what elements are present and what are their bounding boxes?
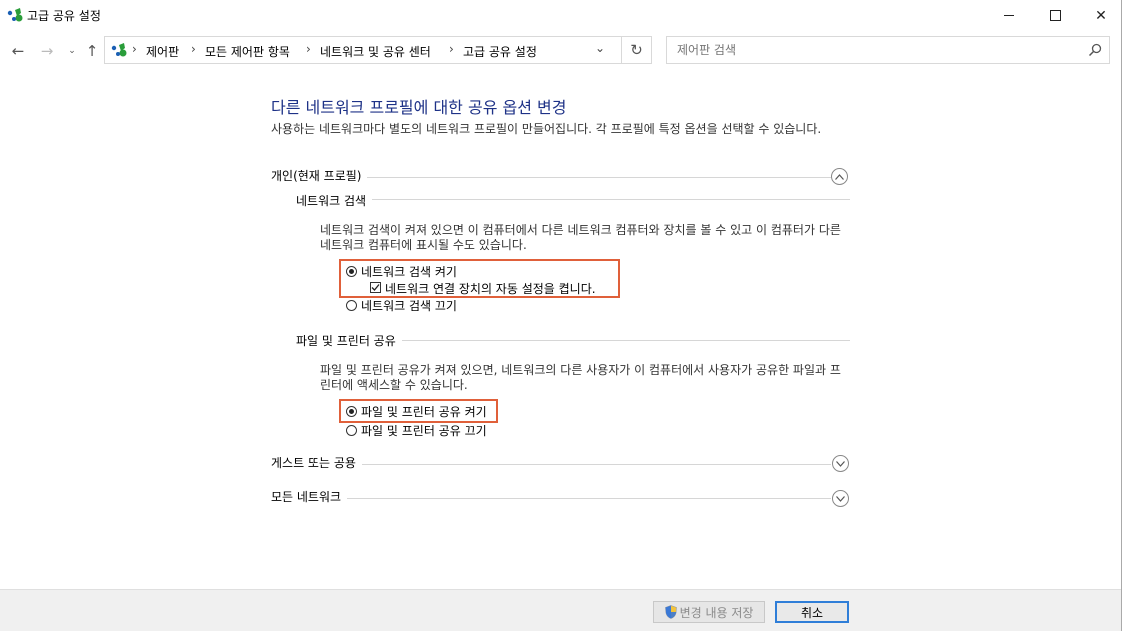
file-printer-off-radio[interactable] — [346, 425, 357, 436]
refresh-button[interactable]: ↻ — [621, 36, 652, 64]
breadcrumb-separator: › — [306, 42, 311, 56]
cancel-label: 취소 — [800, 605, 824, 620]
file-printer-off-label[interactable]: 파일 및 프린터 공유 끄기 — [361, 422, 487, 439]
network-discovery-heading: 네트워크 검색 — [296, 192, 373, 209]
up-arrow-icon: ↑ — [85, 42, 99, 60]
chevron-down-icon — [836, 460, 845, 467]
chevron-down-icon — [836, 495, 845, 502]
address-bar[interactable]: › 제어판 › 모든 제어판 항목 › 네트워크 및 공유 센터 › 고급 공유… — [104, 36, 652, 64]
close-icon: ✕ — [1095, 7, 1107, 24]
search-icon — [1088, 43, 1102, 57]
breadcrumb-network-center[interactable]: 네트워크 및 공유 센터 — [320, 43, 431, 60]
close-button[interactable]: ✕ — [1078, 0, 1124, 31]
search-box[interactable] — [666, 36, 1110, 64]
back-button[interactable]: ← — [8, 41, 28, 61]
footer-bar — [0, 589, 1122, 631]
auto-setup-label[interactable]: 네트워크 연결 장치의 자동 설정을 켭니다. — [385, 280, 596, 297]
all-networks-heading[interactable]: 모든 네트워크 — [271, 488, 348, 505]
minimize-icon — [1004, 15, 1014, 16]
file-printer-on-radio[interactable] — [346, 406, 357, 417]
minimize-button[interactable] — [986, 0, 1032, 31]
private-profile-collapse-button[interactable] — [831, 168, 848, 185]
network-discovery-on-label[interactable]: 네트워크 검색 켜기 — [361, 263, 457, 280]
cancel-button[interactable]: 취소 — [775, 601, 849, 623]
refresh-icon: ↻ — [630, 41, 643, 59]
forward-button[interactable]: → — [37, 41, 57, 61]
maximize-icon — [1049, 10, 1061, 21]
breadcrumb-all-items[interactable]: 모든 제어판 항목 — [205, 43, 290, 60]
chevron-up-icon — [835, 173, 844, 180]
breadcrumb-separator: › — [132, 42, 137, 56]
chevron-down-icon: ⌄ — [68, 46, 76, 56]
breadcrumb-separator: › — [191, 42, 196, 56]
network-discovery-off-label[interactable]: 네트워크 검색 끄기 — [361, 297, 457, 314]
network-discovery-on-radio[interactable] — [346, 266, 357, 277]
save-changes-label: 변경 내용 저장 — [679, 605, 754, 620]
private-profile-heading[interactable]: 개인(현재 프로필) — [271, 167, 368, 184]
save-changes-button[interactable]: 변경 내용 저장 — [653, 601, 765, 623]
network-sharing-icon — [7, 8, 23, 22]
file-printer-on-label[interactable]: 파일 및 프린터 공유 켜기 — [361, 403, 487, 420]
checkmark-icon — [371, 284, 380, 291]
forward-arrow-icon: → — [40, 42, 54, 60]
recent-locations-button[interactable]: ⌄ — [62, 41, 82, 61]
breadcrumb-separator: › — [449, 42, 454, 56]
page-title: 다른 네트워크 프로필에 대한 공유 옵션 변경 — [271, 98, 567, 117]
auto-setup-checkbox[interactable] — [370, 282, 381, 293]
title-bar: 고급 공유 설정 ✕ — [0, 0, 1124, 31]
file-printer-heading: 파일 및 프린터 공유 — [296, 332, 402, 349]
search-input[interactable] — [675, 42, 1079, 58]
page-description: 사용하는 네트워크마다 별도의 네트워크 프로필이 만들어집니다. 각 프로필에… — [271, 122, 822, 136]
network-discovery-description: 네트워크 검색이 켜져 있으면 이 컴퓨터에서 다른 네트워크 컴퓨터와 장치를… — [320, 223, 841, 252]
up-button[interactable]: ↑ — [82, 41, 102, 61]
window-title: 고급 공유 설정 — [27, 9, 101, 23]
breadcrumb-advanced-sharing[interactable]: 고급 공유 설정 — [463, 43, 537, 60]
all-networks-expand-button[interactable] — [832, 490, 849, 507]
maximize-button[interactable] — [1032, 0, 1078, 31]
section-divider — [296, 199, 850, 200]
section-divider — [271, 498, 831, 499]
network-sharing-icon — [111, 43, 127, 57]
uac-shield-icon — [664, 605, 677, 619]
address-dropdown-icon[interactable]: ⌄ — [595, 41, 605, 55]
breadcrumb-control-panel[interactable]: 제어판 — [146, 43, 179, 60]
file-printer-description: 파일 및 프린터 공유가 켜져 있으면, 네트워크의 다른 사용자가 이 컴퓨터… — [320, 363, 841, 392]
guest-profile-expand-button[interactable] — [832, 455, 849, 472]
network-discovery-off-radio[interactable] — [346, 300, 357, 311]
guest-profile-heading[interactable]: 게스트 또는 공용 — [271, 454, 362, 471]
back-arrow-icon: ← — [11, 42, 25, 60]
